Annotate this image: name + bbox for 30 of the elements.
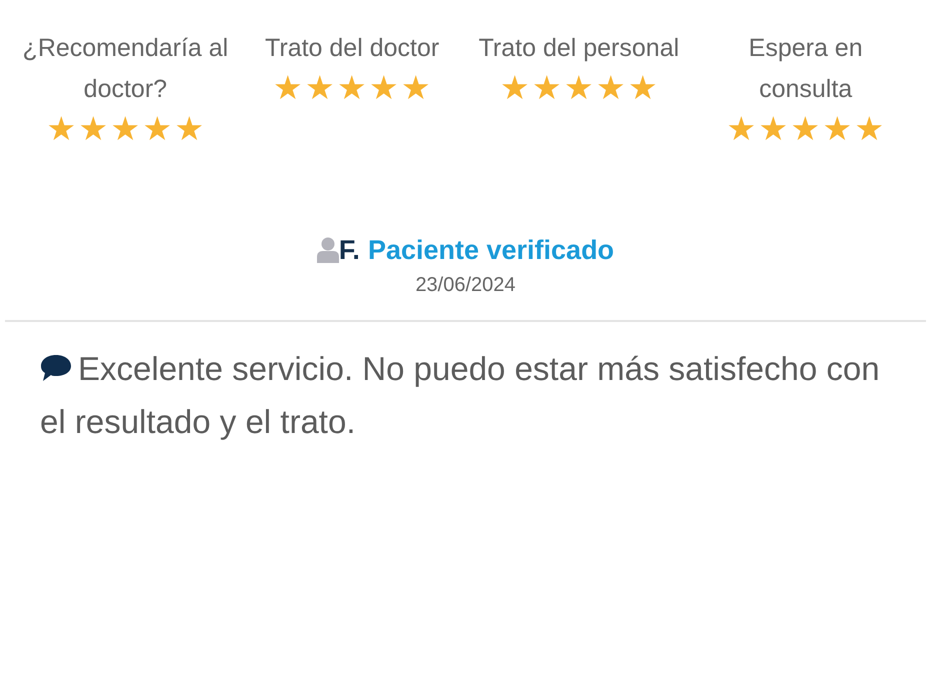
star-icon: ★ — [337, 71, 368, 105]
star-icon: ★ — [758, 112, 789, 146]
star-icon: ★ — [110, 112, 140, 146]
rating-label: Trato del doctor — [265, 33, 440, 64]
star-icon: ★ — [401, 71, 432, 105]
user-icon — [316, 237, 339, 263]
rating-label: ¿Recomendaría al doctor? — [22, 33, 230, 105]
star-icon: ★ — [532, 71, 562, 105]
verified-label: Paciente verificado — [368, 234, 614, 266]
star-icon: ★ — [596, 71, 626, 105]
star-icon: ★ — [174, 112, 204, 146]
reviewer-initial: F. — [338, 234, 360, 266]
rating-label: Espera en consulta — [748, 33, 864, 105]
star-icon: ★ — [369, 71, 400, 105]
speech-bubble-icon — [40, 354, 72, 382]
star-icon: ★ — [78, 112, 108, 146]
star-icon: ★ — [142, 112, 172, 146]
star-icon: ★ — [790, 112, 821, 146]
star-icon: ★ — [726, 112, 757, 146]
star-icon: ★ — [564, 71, 594, 105]
star-icon: ★ — [500, 71, 530, 105]
review-comment: Excelente servicio. No puedo estar más satisfecho con el resultado y el trato. — [39, 349, 881, 442]
star-icon: ★ — [628, 71, 658, 105]
star-icon: ★ — [46, 112, 76, 146]
star-icon: ★ — [273, 71, 304, 105]
star-icon: ★ — [822, 112, 853, 146]
star-icon: ★ — [854, 112, 885, 146]
rating-label: Trato del personal — [478, 33, 680, 64]
star-icon: ★ — [305, 71, 336, 105]
review-date: 23/06/2024 — [415, 273, 516, 298]
